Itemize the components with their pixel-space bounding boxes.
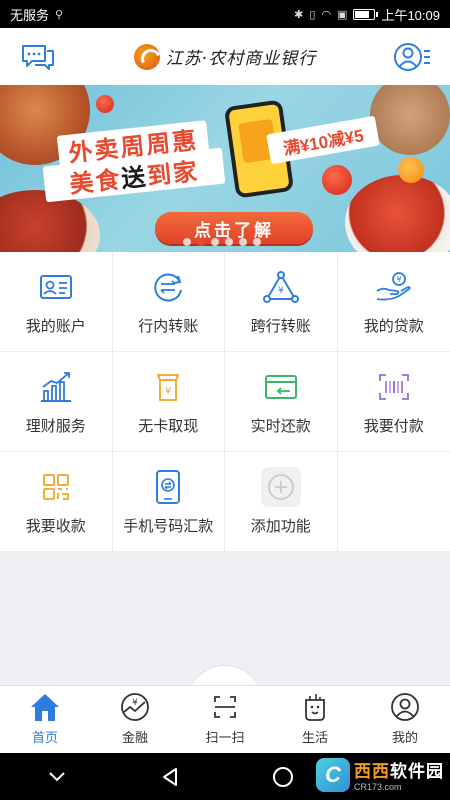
- app-header: 江苏·农村商业银行: [0, 28, 450, 85]
- service-grid: 我的账户 行内转账 ¥ 跨行转账 ¥ 我的贷款 理财服务 ¥ 无卡取现 实时还款: [0, 252, 450, 552]
- tab-label: 首页: [31, 730, 58, 745]
- service-wealth[interactable]: 理财服务: [0, 352, 113, 452]
- service-label: 实时还款: [250, 418, 311, 435]
- chat-bubbles-icon: [22, 44, 54, 70]
- service-cardless-cash[interactable]: ¥ 无卡取现: [112, 352, 225, 452]
- watermark-logo-icon: C: [316, 757, 350, 792]
- tab-label: 金融: [121, 730, 148, 745]
- loan-hand-icon: ¥: [374, 267, 414, 307]
- service-label: 理财服务: [25, 418, 86, 435]
- chevron-down-icon: [48, 771, 65, 781]
- bank-emblem-icon: [133, 43, 160, 70]
- back-triangle-icon: [162, 767, 177, 786]
- vibrate-icon: ▯: [309, 8, 316, 21]
- battery-icon: [353, 8, 379, 20]
- sim-icon: ▣: [337, 8, 348, 21]
- service-my-loan[interactable]: ¥ 我的贷款: [337, 252, 450, 352]
- tab-scan[interactable]: 扫一扫: [180, 686, 270, 753]
- tomato-image: [322, 165, 352, 195]
- tab-home[interactable]: 首页: [0, 686, 90, 753]
- wifi-icon: ◠: [321, 8, 332, 21]
- status-bar: 无服务 ⚲ ✱ ▯ ◠ ▣ 上午10:09: [0, 0, 450, 28]
- service-my-account[interactable]: 我的账户: [0, 252, 113, 352]
- service-label: 我的贷款: [363, 318, 424, 335]
- grilled-fish-image: [370, 85, 450, 155]
- transfer-icon: [148, 267, 188, 307]
- service-label: 跨行转账: [250, 318, 311, 335]
- tab-mine[interactable]: 我的: [360, 686, 450, 753]
- service-receive[interactable]: 我要收款: [0, 452, 113, 552]
- triangle-network-icon: ¥: [261, 267, 301, 307]
- tab-label: 扫一扫: [205, 730, 245, 745]
- nav-home-button[interactable]: [263, 757, 303, 797]
- service-phone-remit[interactable]: 手机号码汇款: [112, 452, 225, 552]
- bottom-tab-bar: 首页 ¥ 金融 扫一扫 生活 我的: [0, 685, 450, 753]
- service-label: 添加功能: [250, 518, 311, 535]
- usb-icon: ⚲: [55, 8, 64, 21]
- scan-icon: [209, 691, 241, 723]
- cardless-cash-icon: ¥: [148, 367, 188, 407]
- tab-label: 生活: [301, 730, 328, 745]
- tab-label: 我的: [391, 730, 418, 745]
- clock-text: 上午10:09: [381, 7, 440, 23]
- service-repay[interactable]: 实时还款: [225, 352, 338, 452]
- finance-icon: ¥: [119, 691, 151, 723]
- bank-logo: 江苏·农村商业银行: [133, 43, 317, 70]
- carousel-dot[interactable]: [225, 238, 233, 246]
- carousel-dot[interactable]: [239, 238, 247, 246]
- carousel-dot[interactable]: [253, 238, 261, 246]
- card-repay-icon: [261, 367, 301, 407]
- service-inter-transfer[interactable]: ¥ 跨行转账: [225, 252, 338, 352]
- bluetooth-icon: ✱: [294, 8, 304, 21]
- service-label: 行内转账: [138, 318, 199, 335]
- user-menu-icon: [394, 42, 430, 71]
- svg-text:¥: ¥: [165, 386, 171, 397]
- user-icon: [389, 691, 421, 723]
- service-label: 我的账户: [25, 318, 86, 335]
- message-button[interactable]: [18, 37, 58, 77]
- add-icon: [260, 467, 301, 507]
- svg-text:¥: ¥: [396, 275, 401, 284]
- life-cup-icon: [299, 691, 331, 723]
- lobster-plate-image: [345, 175, 450, 252]
- promo-banner[interactable]: 外卖周周惠 美食送到家 满¥10减¥5 点击了解: [0, 85, 450, 252]
- service-label: 我要付款: [363, 418, 424, 435]
- home-icon: [29, 691, 61, 723]
- carousel-dot[interactable]: [183, 238, 191, 246]
- service-add-function[interactable]: 添加功能: [225, 452, 338, 552]
- carousel-indicator: [183, 238, 261, 246]
- service-label: 无卡取现: [138, 418, 199, 435]
- phone-remit-icon: [148, 467, 188, 507]
- nav-back-button[interactable]: [150, 757, 190, 797]
- watermark-title: 西西软件园: [354, 762, 444, 781]
- bar-chart-icon: [36, 367, 76, 407]
- service-intra-transfer[interactable]: 行内转账: [112, 252, 225, 352]
- orange-image: [398, 157, 424, 183]
- carousel-dot[interactable]: [211, 238, 219, 246]
- carousel-dot[interactable]: [197, 238, 205, 246]
- tab-finance[interactable]: ¥ 金融: [90, 686, 180, 753]
- service-pay[interactable]: 我要付款: [337, 352, 450, 452]
- service-label: 手机号码汇款: [123, 518, 214, 535]
- service-label: 我要收款: [25, 518, 86, 535]
- tab-life[interactable]: 生活: [270, 686, 360, 753]
- watermark-site: CR173.com: [354, 782, 402, 792]
- scan-pay-icon: [374, 367, 414, 407]
- qr-receive-icon: [36, 467, 76, 507]
- svg-text:¥: ¥: [132, 698, 138, 708]
- empty-cell: [337, 452, 450, 552]
- carrier-text: 无服务: [10, 7, 50, 23]
- bank-name: 江苏·农村商业银行: [165, 49, 317, 69]
- tomato-small-image: [96, 95, 114, 113]
- profile-menu-button[interactable]: [392, 37, 432, 77]
- site-watermark: C 西西软件园 CR173.com: [316, 757, 444, 792]
- nav-collapse-button[interactable]: [37, 757, 77, 797]
- home-circle-icon: [273, 766, 294, 787]
- svg-text:¥: ¥: [278, 286, 284, 296]
- id-card-icon: [36, 267, 76, 307]
